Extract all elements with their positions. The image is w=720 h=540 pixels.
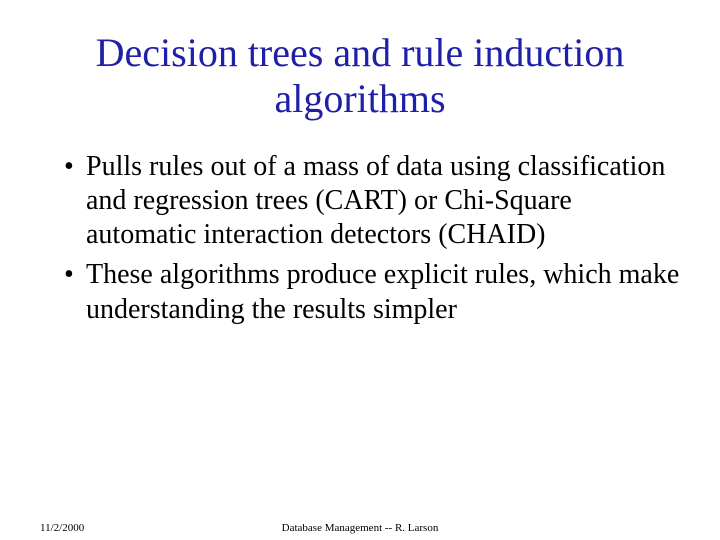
list-item: These algorithms produce explicit rules,… [64,258,680,326]
slide: Decision trees and rule induction algori… [0,0,720,540]
list-item: Pulls rules out of a mass of data using … [64,150,680,252]
footer-center: Database Management -- R. Larson [0,522,720,534]
bullet-list: Pulls rules out of a mass of data using … [40,150,680,327]
slide-title: Decision trees and rule induction algori… [40,30,680,122]
